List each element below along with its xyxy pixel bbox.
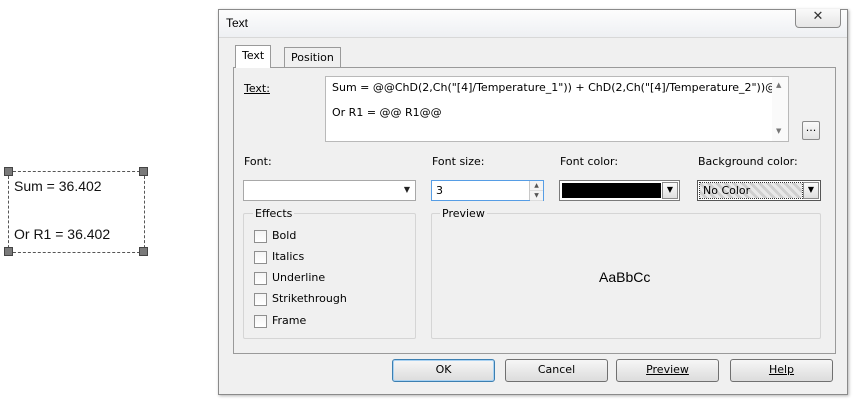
underline-label: Underline (272, 271, 326, 284)
close-icon: ✕ (812, 9, 824, 24)
spin-up-icon[interactable]: ▲ (530, 181, 543, 191)
chevron-down-icon: ▼ (803, 182, 819, 199)
canvas-text-box[interactable]: Sum = 36.402 Or R1 = 36.402 (8, 171, 145, 253)
italics-label: Italics (272, 250, 305, 263)
bold-checkbox[interactable] (254, 230, 267, 243)
resize-handle-bottom-left[interactable] (4, 247, 13, 256)
preview-sample: AaBbCc (599, 269, 651, 285)
effects-group (243, 213, 416, 339)
text-line-1: Sum = @@ChD(2,Ch("[4]/Temperature_1")) +… (332, 81, 788, 94)
canvas-line-2: Or R1 = 36.402 (14, 226, 111, 242)
preview-title: Preview (440, 207, 487, 220)
background-color-value: No Color (703, 184, 751, 197)
spin-down-icon[interactable]: ▼ (530, 191, 543, 201)
resize-handle-top-left[interactable] (4, 167, 13, 176)
bold-label: Bold (272, 229, 297, 242)
chevron-down-icon: ▼ (662, 182, 678, 199)
strikethrough-label: Strikethrough (272, 292, 347, 305)
scroll-down-icon[interactable]: ▼ (776, 127, 781, 135)
font-size-label: Font size: (432, 155, 485, 168)
background-color-swatch: No Color (699, 182, 803, 199)
font-color-swatch (562, 183, 661, 198)
font-color-label: Font color: (560, 155, 619, 168)
dialog-title: Text (226, 16, 249, 30)
text-label: Text: (244, 82, 270, 95)
effects-title: Effects (253, 207, 295, 220)
cancel-button[interactable]: Cancel (505, 359, 608, 382)
strikethrough-checkbox[interactable] (254, 293, 267, 306)
text-dialog: Text ✕ Text Position Text: Sum = @@ChD(2… (218, 9, 848, 395)
background-color-label: Background color: (698, 155, 798, 168)
close-button[interactable]: ✕ (795, 9, 841, 28)
help-button[interactable]: Help (730, 359, 833, 382)
frame-checkbox[interactable] (254, 315, 267, 328)
browse-button[interactable]: ... (802, 121, 820, 140)
ok-button[interactable]: OK (392, 359, 495, 382)
text-scrollbar[interactable]: ▲ ▼ (772, 77, 788, 141)
resize-handle-top-right[interactable] (139, 167, 148, 176)
background-color-picker[interactable]: No Color ▼ (697, 180, 821, 201)
font-label: Font: (244, 155, 272, 168)
tab-text[interactable]: Text (235, 45, 272, 68)
title-bar[interactable]: Text ✕ (219, 9, 847, 38)
chevron-down-icon: ▼ (403, 185, 411, 194)
resize-handle-bottom-right[interactable] (139, 247, 148, 256)
preview-button[interactable]: Preview (616, 359, 719, 382)
scroll-up-icon[interactable]: ▲ (776, 81, 781, 89)
font-size-value: 3 (436, 184, 443, 197)
underline-checkbox[interactable] (254, 272, 267, 285)
frame-label: Frame (272, 314, 307, 327)
text-line-2: Or R1 = @@ R1@@ (332, 106, 442, 119)
canvas-line-1: Sum = 36.402 (14, 178, 102, 194)
text-input[interactable]: Sum = @@ChD(2,Ch("[4]/Temperature_1")) +… (325, 76, 789, 142)
italics-checkbox[interactable] (254, 251, 267, 264)
font-size-spinner[interactable]: 3 ▲ ▼ (431, 180, 544, 201)
font-color-picker[interactable]: ▼ (559, 180, 680, 201)
font-select[interactable]: ▼ (243, 180, 416, 201)
